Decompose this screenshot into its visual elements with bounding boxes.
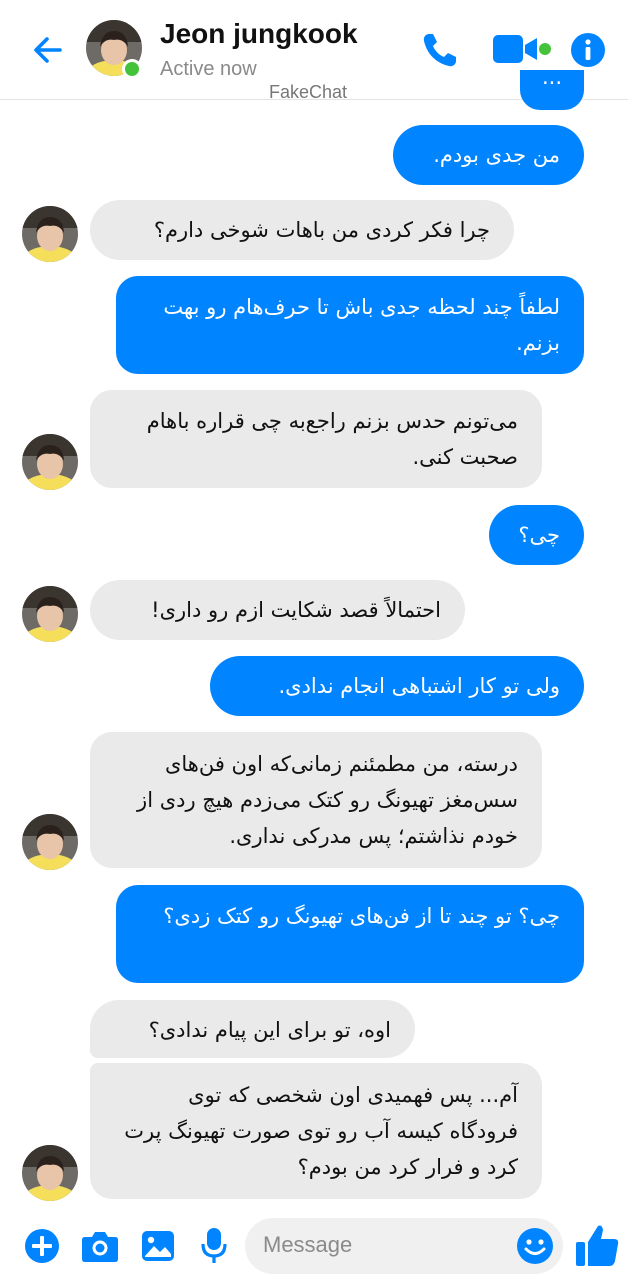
contact-name[interactable]: Jeon jungkook (160, 18, 358, 50)
app-watermark: FakeChat (269, 82, 348, 102)
info-icon[interactable] (570, 32, 606, 68)
message-bubble-received[interactable]: چرا فکر کردی من باهات شوخی دارم؟ (90, 200, 514, 260)
contact-avatar-small[interactable] (22, 814, 78, 870)
contact-avatar-small[interactable] (22, 434, 78, 490)
message-bubble-received[interactable]: درسته، من مطمئنم زمانی‌که اون فن‌های سس‌… (90, 732, 542, 868)
back-arrow-icon[interactable] (28, 30, 68, 70)
online-indicator (122, 59, 142, 79)
message-bubble-received[interactable]: آم... پس فهمیدی اون شخصی که توی فرودگاه … (90, 1063, 542, 1199)
phone-icon[interactable] (418, 28, 462, 72)
contact-avatar-small[interactable] (22, 586, 78, 642)
contact-avatar-small[interactable] (22, 206, 78, 262)
video-camera-icon[interactable] (492, 33, 554, 65)
message-bubble-received[interactable]: احتمالاً قصد شکایت ازم رو داری! (90, 580, 465, 640)
message-bubble-received[interactable]: می‌تونم حدس بزنم راجع‌به چی قراره باهام … (90, 390, 542, 488)
plus-icon[interactable] (24, 1228, 60, 1264)
message-bubble-sent[interactable]: لطفاً چند لحظه جدی باش تا حرف‌هام رو بهت… (116, 276, 584, 374)
emoji-icon[interactable] (516, 1227, 554, 1265)
microphone-icon[interactable] (199, 1226, 229, 1266)
image-icon[interactable] (140, 1228, 176, 1264)
message-bubble-sent[interactable]: چی؟ تو چند تا از فن‌های تهیونگ رو کتک زد… (116, 885, 584, 983)
camera-icon[interactable] (81, 1228, 119, 1264)
message-bubble-received[interactable]: اوه، تو برای این پیام ندادی؟ (90, 1000, 415, 1058)
message-bubble-sent[interactable]: من جدی بودم. (393, 125, 584, 185)
thumbs-up-icon[interactable] (574, 1222, 620, 1268)
message-bubble-sent[interactable]: چی؟ (489, 505, 584, 565)
active-status: Active now (160, 58, 257, 80)
message-bubble-sent[interactable]: ... (520, 67, 584, 110)
contact-avatar-small[interactable] (22, 1145, 78, 1201)
message-input-placeholder: Message (263, 1232, 353, 1257)
message-bubble-sent[interactable]: ولی تو کار اشتباهی انجام ندادی. (210, 656, 584, 716)
